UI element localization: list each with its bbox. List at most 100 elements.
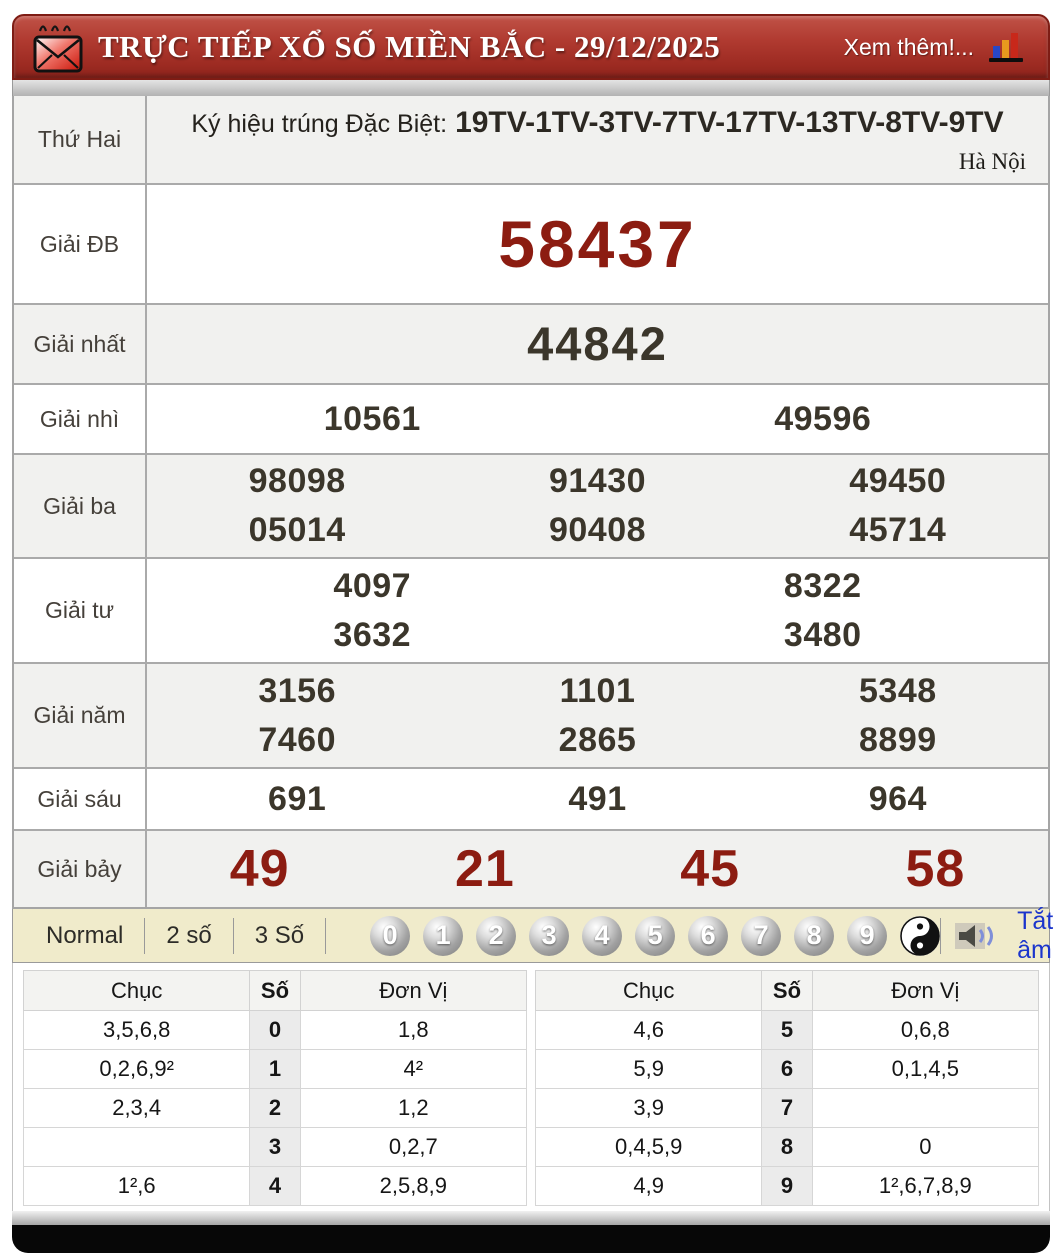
divider [940,918,941,954]
tens-cell [24,1128,250,1167]
divider [325,918,326,954]
units-cell [812,1089,1038,1128]
mode-3so-button[interactable]: 3 Số [234,922,325,950]
mode-normal-button[interactable]: Normal [25,922,144,950]
prize-number: 3156 [147,667,447,716]
prize-number: 45714 [748,506,1048,555]
prize-label: Giải tư [14,559,147,662]
stats-row: 5,9 6 0,1,4,5 [536,1050,1039,1089]
units-cell: 4² [300,1050,526,1089]
prize-number: 2865 [447,716,747,765]
column-header: Số [250,971,300,1011]
prize-number: 7460 [147,716,447,765]
row-fifth-prize: Giải năm 3156 1101 5348 7460 2865 8899 [14,664,1048,769]
column-header: Đơn Vị [300,971,526,1011]
tens-cell: 0,4,5,9 [536,1128,762,1167]
prize-label: Giải sáu [14,769,147,829]
number-ball-3[interactable]: 3 [529,916,569,956]
see-more-link[interactable]: Xem thêm!... [844,34,974,61]
prize-number: 491 [447,775,747,824]
prize-number: 91430 [447,457,747,506]
prize-number: 90408 [447,506,747,555]
digit-cell: 9 [762,1167,812,1206]
head-tail-stats: Chục Số Đơn Vị 3,5,6,8 0 1,8 0,2,6,9² 1 … [12,963,1050,1211]
column-header: Chục [24,971,250,1011]
speaker-icon[interactable] [955,921,1003,951]
row-third-prize: Giải ba 98098 91430 49450 05014 90408 45… [14,455,1048,559]
sound-controls: Tắt âm [940,907,1061,965]
prize-number: 21 [372,840,597,898]
prize-number: 49 [147,840,372,898]
prize-label: Giải ĐB [14,185,147,303]
prize-number: 44842 [147,317,1048,371]
special-sign-line: Ký hiệu trúng Đặc Biệt: 19TV-1TV-3TV-7TV-… [163,106,1032,140]
column-header: Chục [536,971,762,1011]
digit-cell: 3 [250,1128,300,1167]
stats-row: 2,3,4 2 1,2 [24,1089,527,1128]
stats-table-right: Chục Số Đơn Vị 4,6 5 0,6,8 5,9 6 0,1,4,5… [535,970,1039,1206]
results-table: Thứ Hai Ký hiệu trúng Đặc Biệt: 19TV-1TV-… [12,96,1050,909]
number-ball-2[interactable]: 2 [476,916,516,956]
digit-cell: 4 [250,1167,300,1206]
prize-number: 691 [147,775,447,824]
page-header: TRỰC TIẾP XỔ SỐ MIỀN BẮC - 29/12/2025 Xe… [12,14,1050,80]
units-cell: 2,5,8,9 [300,1167,526,1206]
units-cell: 0,2,7 [300,1128,526,1167]
prize-number: 05014 [147,506,447,555]
digit-cell: 0 [250,1011,300,1050]
row-draw-info: Thứ Hai Ký hiệu trúng Đặc Biệt: 19TV-1TV-… [14,96,1048,185]
mute-button[interactable]: Tắt âm [1017,907,1053,965]
prize-number: 49596 [598,395,1049,444]
prize-number: 49450 [748,457,1048,506]
prize-label: Giải nhì [14,385,147,453]
digit-cell: 5 [762,1011,812,1050]
number-ball-0[interactable]: 0 [370,916,410,956]
tens-cell: 1²,6 [24,1167,250,1206]
number-ball-6[interactable]: 6 [688,916,728,956]
prize-label: Giải bảy [14,831,147,907]
number-ball-row: 0 1 2 3 4 5 6 7 8 9 [370,916,940,956]
special-sign-codes: 19TV-1TV-3TV-7TV-17TV-13TV-8TV-9TV [455,106,1004,139]
tens-cell: 5,9 [536,1050,762,1089]
units-cell: 0 [812,1128,1038,1167]
digit-cell: 7 [762,1089,812,1128]
prize-label: Giải ba [14,455,147,557]
prize-number: 98098 [147,457,447,506]
stats-row: 3,5,6,8 0 1,8 [24,1011,527,1050]
tens-cell: 3,5,6,8 [24,1011,250,1050]
prize-number: 5348 [748,667,1048,716]
stats-row: 3 0,2,7 [24,1128,527,1167]
page-footer [12,1211,1050,1253]
units-cell: 0,6,8 [812,1011,1038,1050]
units-cell: 1,8 [300,1011,526,1050]
footer-black-bar [12,1225,1050,1253]
number-ball-5[interactable]: 5 [635,916,675,956]
number-ball-8[interactable]: 8 [794,916,834,956]
number-ball-1[interactable]: 1 [423,916,463,956]
stats-row: 0,2,6,9² 1 4² [24,1050,527,1089]
units-cell: 1²,6,7,8,9 [812,1167,1038,1206]
bar-chart-icon[interactable] [988,31,1024,63]
prize-number: 3632 [147,611,598,660]
mode-2so-button[interactable]: 2 số [145,922,232,950]
header-divider [12,80,1050,96]
hot-mail-icon [32,19,84,75]
weekday-label: Thứ Hai [14,96,147,183]
number-ball-9[interactable]: 9 [847,916,887,956]
tens-cell: 4,9 [536,1167,762,1206]
page-title: TRỰC TIẾP XỔ SỐ MIỀN BẮC - 29/12/2025 [98,29,720,65]
stats-row: 0,4,5,9 8 0 [536,1128,1039,1167]
row-seventh-prize: Giải bảy 49 21 45 58 [14,831,1048,907]
stats-row: 1²,6 4 2,5,8,9 [24,1167,527,1206]
units-cell: 1,2 [300,1089,526,1128]
column-header: Đơn Vị [812,971,1038,1011]
stats-row: 4,9 9 1²,6,7,8,9 [536,1167,1039,1206]
row-special-prize: Giải ĐB 58437 [14,185,1048,305]
number-ball-4[interactable]: 4 [582,916,622,956]
yin-yang-icon[interactable] [900,916,940,956]
special-sign-label: Ký hiệu trúng Đặc Biệt: [191,110,447,138]
tens-cell: 4,6 [536,1011,762,1050]
number-ball-7[interactable]: 7 [741,916,781,956]
tens-cell: 2,3,4 [24,1089,250,1128]
prize-label: Giải năm [14,664,147,767]
